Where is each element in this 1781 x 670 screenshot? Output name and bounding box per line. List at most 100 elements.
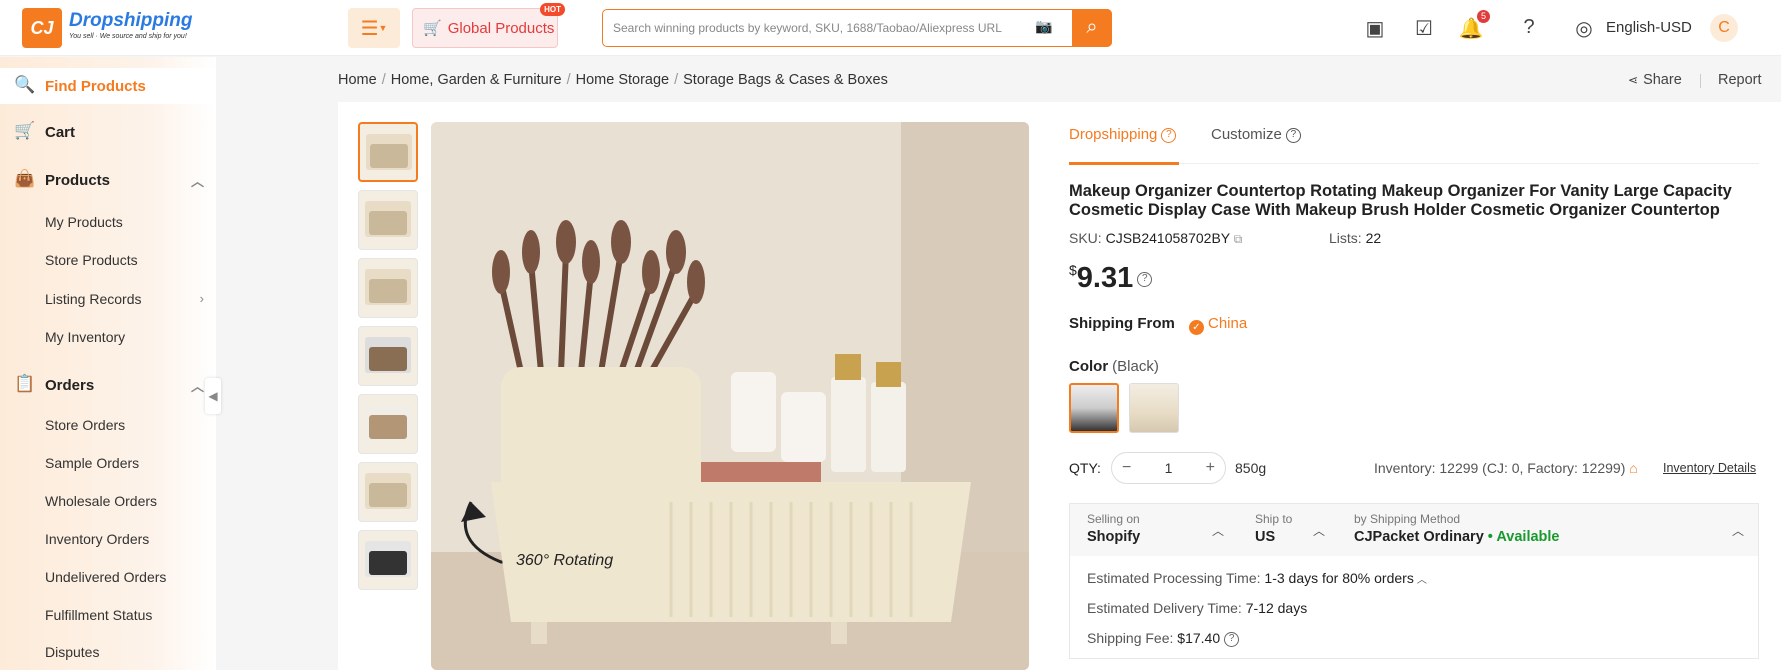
sidebar-collapse-button[interactable]: ◀ [205,378,221,414]
help-circle-icon[interactable]: ? [1224,631,1240,647]
product-thumbnail[interactable] [358,462,418,522]
category-menu-button[interactable]: ☰ ▼ [348,8,400,48]
chevron-up-icon: ︿ [1313,524,1326,538]
help-circle-icon[interactable]: ? [1161,127,1177,143]
tab-dropshipping[interactable]: Dropshipping? [1069,126,1177,143]
help-circle-icon[interactable]: ? [1285,127,1301,143]
sidebar-item-sample-orders[interactable]: Sample Orders [45,455,139,471]
divider [1700,74,1701,88]
search-button[interactable]: ⌕ [1072,8,1112,47]
lists-row: Lists: 22 [1329,230,1381,246]
chevron-left-icon: ◀ [208,389,218,403]
sidebar-item-my-inventory[interactable]: My Inventory [45,329,125,345]
lists-label: Lists: [1329,230,1362,246]
product-thumbnail[interactable] [358,326,418,386]
language-currency-selector[interactable]: English-USD [1606,19,1692,36]
shipping-method-selector[interactable]: by Shipping Method CJPacket Ordinary • A… [1354,512,1560,545]
cart-icon: 🛒 [14,121,36,140]
breadcrumb-home-storage[interactable]: Home Storage [576,72,670,88]
brand-text[interactable]: Dropshipping You sell · We source and sh… [69,10,192,40]
color-selected-value: (Black) [1112,358,1159,375]
chevron-up-icon[interactable]: ︿ [1417,575,1427,586]
report-link[interactable]: Report [1718,72,1762,88]
breadcrumb-storage-bags[interactable]: Storage Bags & Cases & Boxes [683,72,888,88]
video-icon[interactable]: ▣ [1362,16,1388,40]
chevron-up-icon: ︿ [190,173,204,189]
caret-down-icon: ▼ [378,23,388,33]
shipping-from-value: China [1208,315,1248,332]
search-input[interactable] [613,18,1033,38]
product-title: Makeup Organizer Countertop Rotating Mak… [1069,182,1732,219]
shipping-method-value: CJPacket Ordinary [1354,529,1484,545]
sidebar-item-products[interactable]: 👜 Products ︿ [0,163,216,197]
selling-on-label: Selling on [1087,512,1140,526]
shipping-from-label: Shipping From [1069,315,1175,332]
sidebar-item-label: Products [45,171,111,189]
color-swatch-beige[interactable] [1129,383,1179,433]
sku-value: CJSB241058702BY [1105,230,1230,246]
shipping-fee-row: Shipping Fee: $17.40? [1087,630,1240,647]
cj-logo[interactable]: CJ [22,8,62,48]
tab-customize[interactable]: Customize? [1211,126,1301,143]
sidebar-item-store-products[interactable]: Store Products [45,252,138,268]
tab-label: Dropshipping [1069,126,1158,143]
warehouse-icon: ⌂ [1629,460,1638,476]
processing-time-row: Estimated Processing Time: 1-3 days for … [1087,570,1427,586]
calendar-check-icon[interactable]: ☑ [1411,16,1437,40]
inventory-details-link[interactable]: Inventory Details [1663,461,1756,475]
sidebar-item-orders[interactable]: 📋 Orders ︿ [0,368,216,402]
list-menu-icon: ☰ [360,17,379,40]
tab-label: Customize [1211,126,1282,143]
inventory-summary: Inventory: 12299 (CJ: 0, Factory: 12299)… [1374,460,1638,476]
ship-to-selector[interactable]: Ship to US [1255,512,1292,545]
increase-button[interactable]: + [1206,459,1215,477]
global-products-button[interactable]: 🛒 Global Products HOT [412,3,565,48]
sidebar-item-undelivered-orders[interactable]: Undelivered Orders [45,569,166,585]
share-icon: ⋖ [1628,73,1639,87]
selling-on-selector[interactable]: Selling on Shopify [1087,512,1140,545]
help-circle-icon[interactable]: ? [1137,271,1153,287]
sidebar-item-inventory-orders[interactable]: Inventory Orders [45,531,149,547]
decrease-button[interactable]: − [1122,459,1131,477]
bell-icon[interactable]: 🔔 5 [1458,10,1490,40]
sidebar-item-wholesale-orders[interactable]: Wholesale Orders [45,493,157,509]
sidebar-item-fulfillment-status[interactable]: Fulfillment Status [45,607,152,623]
share-button[interactable]: ⋖ Share [1628,72,1682,88]
breadcrumb-home[interactable]: Home [338,72,377,88]
sidebar-item-disputes[interactable]: Disputes [45,644,99,660]
sidebar-item-cart[interactable]: 🛒 Cart [0,115,216,149]
inventory-text: Inventory: 12299 (CJ: 0, Factory: 12299) [1374,460,1626,476]
share-label: Share [1643,72,1682,88]
main-product-image[interactable]: 360° Rotating [431,122,1029,670]
chevron-up-icon: ︿ [190,378,204,394]
ship-to-label: Ship to [1255,512,1293,526]
product-thumbnail[interactable] [358,394,418,454]
hot-badge: HOT [540,3,565,16]
quantity-value[interactable]: 1 [1165,460,1173,476]
sidebar-item-label: Cart [45,123,76,141]
active-tab-indicator [1069,162,1179,165]
product-thumbnail[interactable] [358,122,418,182]
product-thumbnail[interactable] [358,258,418,318]
check-circle-icon: ✓ [1189,320,1204,335]
help-icon[interactable]: ? [1516,16,1542,40]
shipping-from-option[interactable]: ✓ China [1189,315,1247,335]
lists-value: 22 [1365,230,1382,246]
color-swatch-black[interactable] [1069,383,1119,433]
product-price: $9.31? [1069,262,1153,295]
product-thumbnail[interactable] [358,530,418,590]
camera-icon[interactable]: 📷 [1035,18,1057,38]
sidebar-item-my-products[interactable]: My Products [45,214,123,230]
sidebar-item-find-products[interactable]: 🔍 Find Products [0,68,216,104]
notification-count-badge: 5 [1476,10,1490,23]
breadcrumb-home-garden[interactable]: Home, Garden & Furniture [391,72,562,88]
sidebar-item-listing-records[interactable]: Listing Records [45,291,142,307]
delivery-time-value: 7-12 days [1245,600,1308,616]
product-thumbnail[interactable] [358,190,418,250]
avatar[interactable]: C [1710,14,1738,42]
currency-symbol: $ [1069,262,1077,278]
shipping-fee-value: $17.40 [1177,630,1221,646]
copy-icon[interactable]: ⧉ [1234,232,1243,246]
processing-time-label: Estimated Processing Time: [1087,570,1261,586]
sidebar-item-store-orders[interactable]: Store Orders [45,417,125,433]
